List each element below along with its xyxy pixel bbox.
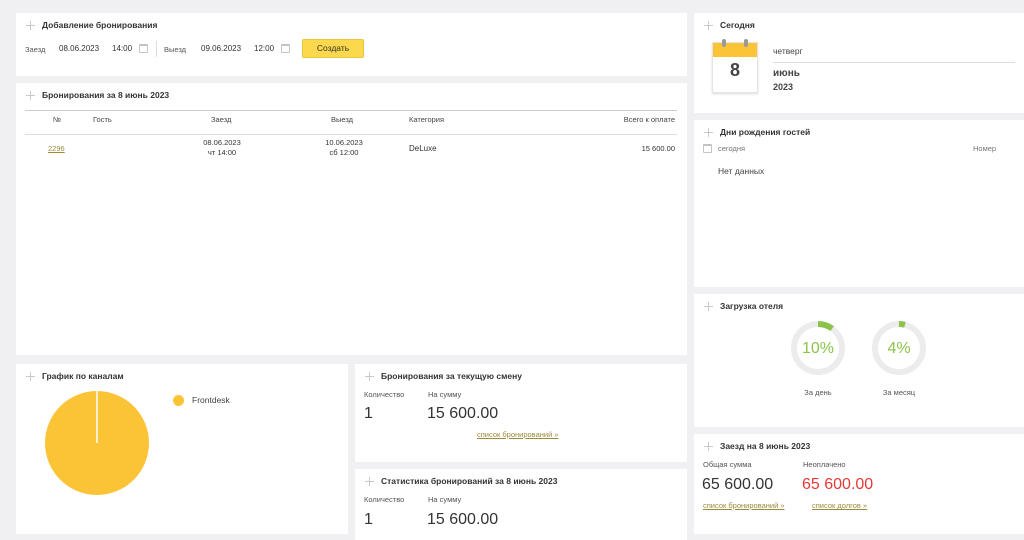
field-divider	[156, 41, 157, 57]
month: июнь	[773, 68, 800, 79]
no-data-text: Нет данных	[718, 166, 765, 176]
drag-handle-icon[interactable]	[704, 20, 713, 30]
column-header-total: Всего к оплате	[623, 115, 675, 124]
drag-handle-icon[interactable]	[365, 476, 374, 486]
weekday: четверг	[773, 46, 803, 56]
shift-sum-label: На сумму	[428, 390, 462, 399]
day-load-value: 10%	[801, 340, 835, 357]
calendar-icon[interactable]	[281, 44, 290, 53]
calendar-ring	[722, 39, 726, 47]
drag-handle-icon[interactable]	[704, 301, 713, 311]
table-row[interactable]: 2296 08.06.2023 чт 14:00 10.06.2023 сб 1…	[25, 135, 677, 161]
checkout-date-input[interactable]: 09.06.2023	[201, 44, 241, 53]
legend-label: Frontdesk	[192, 395, 230, 405]
channels-panel: График по каналам Frontdesk	[16, 364, 348, 534]
add-booking-title: Добавление бронирования	[26, 20, 157, 30]
checkout-time-input[interactable]: 12:00	[254, 44, 274, 53]
total-sum-label: Общая сумма	[703, 460, 752, 469]
checkin-today-title: Заезд на 8 июнь 2023	[704, 441, 810, 451]
bookings-panel: Бронирования за 8 июнь 2023 № Гость Заез…	[16, 83, 687, 355]
stats-sum-label: На сумму	[428, 495, 462, 504]
checkout-date: 10.06.2023	[325, 138, 363, 147]
unpaid-label: Неоплачено	[803, 460, 846, 469]
checkin-day: чт 14:00	[207, 148, 237, 157]
shift-sum-value: 15 600.00	[427, 405, 499, 422]
day-number: 8	[729, 60, 740, 80]
shift-bookings-title: Бронирования за текущую смену	[365, 371, 522, 381]
column-header-category: Категория	[409, 115, 445, 124]
stats-count-label: Количество	[364, 495, 405, 504]
today-title: Сегодня	[704, 20, 755, 30]
birthdays-title: Дни рождения гостей	[704, 127, 810, 137]
checkin-date-input[interactable]: 08.06.2023	[59, 44, 99, 53]
drag-handle-icon[interactable]	[704, 127, 713, 137]
calendar-icon	[703, 144, 712, 153]
column-header-checkout: Выезд	[331, 115, 354, 124]
total-sum-value: 65 600.00	[702, 476, 774, 493]
checkout-day: сб 12:00	[329, 148, 359, 157]
shift-count-value: 1	[364, 405, 373, 422]
checkin-today-panel: Заезд на 8 июнь 2023 Общая сумма 65 600.…	[694, 434, 1024, 534]
stats-sum-value: 15 600.00	[427, 511, 499, 528]
checkin-label: Заезд	[25, 45, 46, 54]
calendar-icon[interactable]	[139, 44, 148, 53]
category-cell: DeLuxe	[409, 144, 437, 153]
add-booking-panel: Добавление бронирования Заезд 08.06.2023…	[16, 13, 687, 76]
calendar-page-header	[713, 43, 757, 57]
debt-list-link[interactable]: список долгов »	[812, 501, 867, 510]
birthdays-panel: Дни рождения гостей сегодня Номер Нет да…	[694, 120, 1024, 287]
total-cell: 15 600.00	[641, 144, 675, 153]
month-load-label: За месяц	[882, 388, 916, 397]
column-header-number: №	[53, 115, 62, 124]
create-button[interactable]: Создать	[302, 39, 364, 58]
drag-handle-icon[interactable]	[26, 20, 35, 30]
bookings-table: № Гость Заезд Выезд Категория Всего к оп…	[25, 110, 677, 160]
hotel-load-panel: Загрузка отеля 10% За день 4% За месяц	[694, 294, 1024, 427]
table-top-border	[25, 110, 677, 111]
channels-title: График по каналам	[26, 371, 124, 381]
calendar-ring	[744, 39, 748, 47]
year: 2023	[773, 82, 794, 92]
unpaid-value: 65 600.00	[802, 476, 874, 493]
weekday-divider	[773, 62, 1015, 63]
column-header-guest: Гость	[93, 115, 112, 124]
checkout-cell: 10.06.2023 сб 12:00	[319, 138, 369, 158]
drag-handle-icon[interactable]	[365, 371, 374, 381]
drag-handle-icon[interactable]	[704, 441, 713, 451]
booking-stats-title: Статистика бронирований за 8 июнь 2023	[365, 476, 557, 486]
shift-bookings-panel: Бронирования за текущую смену Количество…	[355, 364, 687, 462]
day-load-label: За день	[804, 388, 832, 397]
shift-count-label: Количество	[364, 390, 405, 399]
drag-handle-icon[interactable]	[26, 371, 35, 381]
checkin-date: 08.06.2023	[203, 138, 241, 147]
bookings-title: Бронирования за 8 июнь 2023	[26, 90, 169, 100]
booking-list-link[interactable]: список бронирований »	[703, 501, 785, 510]
legend-swatch	[173, 395, 184, 406]
booking-number-link[interactable]: 2296	[48, 144, 65, 154]
booking-stats-panel: Статистика бронирований за 8 июнь 2023 К…	[355, 469, 687, 540]
room-header: Номер	[973, 144, 997, 153]
channels-pie-chart	[45, 391, 149, 495]
stats-count-value: 1	[364, 511, 373, 528]
hotel-load-title: Загрузка отеля	[704, 301, 783, 311]
month-load-value: 4%	[887, 340, 911, 357]
checkin-time-input[interactable]: 14:00	[112, 44, 132, 53]
column-header-checkin: Заезд	[211, 115, 232, 124]
drag-handle-icon[interactable]	[26, 90, 35, 100]
calendar-page-icon: 8	[712, 39, 758, 93]
birthdays-period: сегодня	[718, 144, 746, 153]
checkin-cell: 08.06.2023 чт 14:00	[197, 138, 247, 158]
shift-bookings-link[interactable]: список бронирований »	[477, 430, 559, 439]
checkout-label: Выезд	[164, 45, 187, 54]
today-panel: Сегодня 8 четверг июнь 2023	[694, 13, 1024, 113]
